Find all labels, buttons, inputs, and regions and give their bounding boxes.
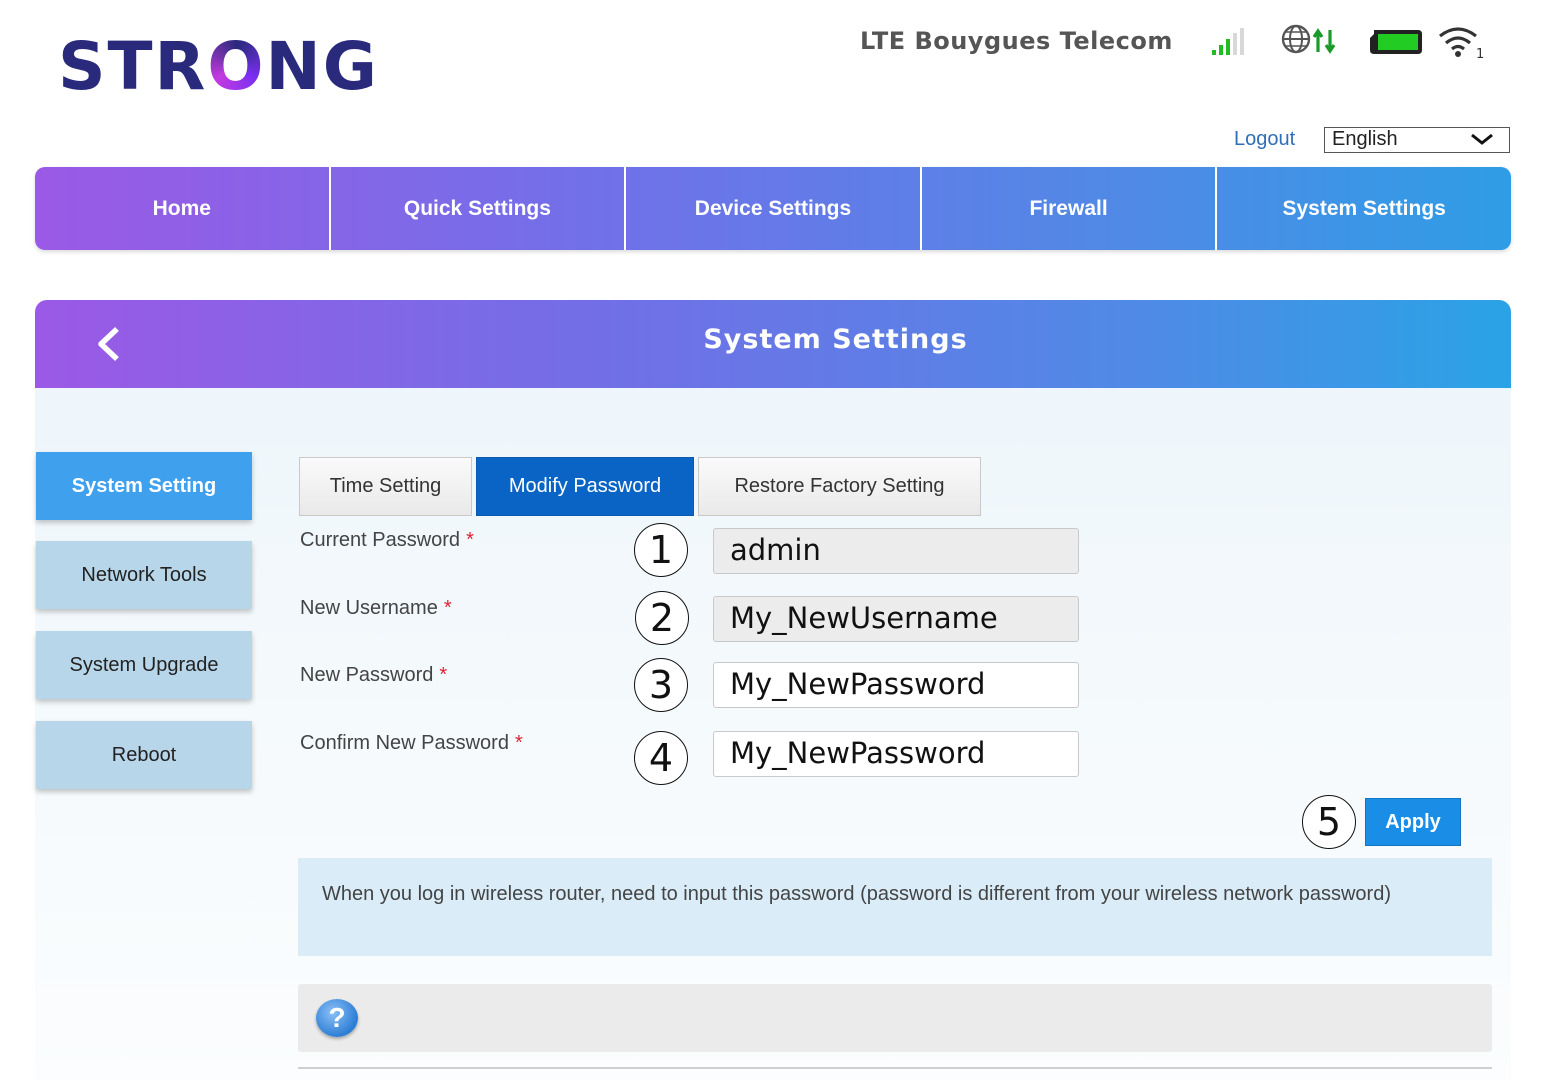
tab-modify-password[interactable]: Modify Password	[476, 457, 694, 516]
tab-restore-factory-setting[interactable]: Restore Factory Setting	[698, 457, 981, 516]
nav-home[interactable]: Home	[35, 167, 331, 250]
sidebar-item-network-tools[interactable]: Network Tools	[36, 541, 252, 609]
new-username-label-text: New Username	[300, 597, 438, 619]
new-username-field[interactable]: My_NewUsername	[713, 596, 1079, 642]
required-mark: *	[443, 597, 452, 619]
sidebar-item-reboot[interactable]: Reboot	[36, 721, 252, 789]
panel-title: System Settings	[703, 324, 968, 355]
sidebar-item-system-upgrade[interactable]: System Upgrade	[36, 631, 252, 699]
chevron-down-icon	[1471, 133, 1493, 145]
nav-firewall[interactable]: Firewall	[922, 167, 1218, 250]
router-admin-page: STRONG LTE Bouygues Telecom 1 Logout Eng…	[0, 0, 1541, 1080]
battery-icon	[1370, 30, 1422, 54]
wifi-icon: 1	[1439, 27, 1484, 60]
required-mark: *	[466, 529, 474, 551]
step-number-4: 4	[634, 731, 688, 785]
wifi-client-count: 1	[1476, 47, 1484, 60]
panel-header: System Settings	[35, 300, 1511, 388]
logo-text-start: STR	[58, 28, 208, 105]
new-password-label: New Password *	[300, 664, 447, 687]
current-password-label-text: Current Password	[300, 529, 461, 551]
bottom-divider	[298, 1067, 1492, 1069]
current-password-label: Current Password *	[300, 529, 474, 552]
logout-link[interactable]: Logout	[1234, 128, 1295, 151]
step-number-1: 1	[634, 523, 688, 577]
step-number-5: 5	[1302, 795, 1356, 849]
help-icon[interactable]: ?	[316, 999, 358, 1037]
info-note: When you log in wireless router, need to…	[298, 858, 1492, 956]
help-bar: ?	[298, 984, 1492, 1052]
required-mark: *	[514, 732, 523, 754]
sidebar-item-system-setting[interactable]: System Setting	[36, 452, 252, 520]
tab-time-setting[interactable]: Time Setting	[299, 457, 472, 516]
current-password-field[interactable]: admin	[713, 528, 1079, 574]
step-number-2: 2	[635, 591, 689, 645]
new-password-label-text: New Password	[300, 664, 434, 686]
new-username-label: New Username *	[300, 597, 452, 620]
logo-o: O	[207, 28, 266, 105]
nav-system-settings[interactable]: System Settings	[1217, 167, 1511, 250]
signal-strength-icon	[1212, 28, 1244, 55]
new-password-field[interactable]: My_NewPassword	[713, 662, 1079, 708]
status-bar: LTE Bouygues Telecom 1	[860, 24, 1484, 60]
globe-data-icon	[1281, 24, 1336, 54]
main-nav: Home Quick Settings Device Settings Fire…	[35, 167, 1511, 250]
nav-device-settings[interactable]: Device Settings	[626, 167, 922, 250]
confirm-password-label: Confirm New Password *	[300, 732, 523, 755]
language-select[interactable]: English	[1324, 127, 1510, 153]
language-selected-value: English	[1332, 128, 1398, 150]
confirm-password-label-text: Confirm New Password	[300, 732, 509, 754]
nav-quick-settings[interactable]: Quick Settings	[331, 167, 627, 250]
apply-button[interactable]: Apply	[1365, 798, 1461, 846]
strong-logo: STRONG	[58, 34, 379, 100]
step-number-3: 3	[634, 658, 688, 712]
confirm-password-field[interactable]: My_NewPassword	[713, 731, 1079, 777]
network-operator: LTE Bouygues Telecom	[860, 27, 1173, 55]
required-mark: *	[439, 664, 448, 686]
logo-text-end: NG	[265, 28, 379, 105]
